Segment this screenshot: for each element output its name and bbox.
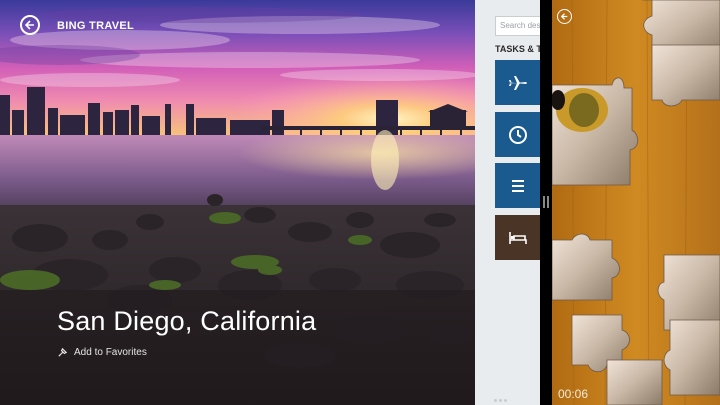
puzzle-app: 00:06 [552, 0, 720, 405]
back-button[interactable] [20, 15, 40, 35]
san-diego-photo [0, 0, 475, 405]
game-timer: 00:06 [558, 387, 589, 401]
clock-icon [508, 125, 527, 144]
bing-travel-app: BING TRAVEL San Diego, California Add to… [0, 0, 475, 405]
puzzle-back-button[interactable] [557, 9, 572, 24]
puzzle-board [552, 0, 720, 405]
puzzle-piece[interactable] [606, 359, 663, 405]
tasks-panel: Search destinations TASKS & TOOLS [475, 0, 540, 405]
tasks-title: TASKS & TOOLS [495, 44, 540, 54]
pin-icon [58, 347, 68, 357]
back-arrow-icon [561, 13, 568, 20]
puzzle-piece[interactable] [552, 233, 620, 301]
snap-divider[interactable] [540, 0, 552, 405]
bed-icon [508, 231, 527, 244]
list-tile[interactable] [495, 163, 540, 208]
app-title: BING TRAVEL [57, 20, 135, 32]
airplane-icon [508, 75, 527, 90]
hotels-tile[interactable] [495, 215, 540, 260]
search-input[interactable]: Search destinations [495, 16, 540, 36]
add-to-favorites-label: Add to Favorites [74, 347, 147, 358]
flights-tile[interactable] [495, 60, 540, 105]
add-to-favorites-link[interactable]: Add to Favorites [57, 347, 147, 358]
destination-title: San Diego, California [57, 306, 317, 336]
puzzle-piece[interactable] [663, 319, 720, 396]
more-dots[interactable] [494, 399, 514, 405]
divider-grip-icon[interactable] [543, 196, 549, 208]
history-tile[interactable] [495, 112, 540, 157]
list-icon [511, 179, 524, 192]
puzzle-piece[interactable] [651, 44, 720, 107]
back-arrow-icon [25, 20, 34, 30]
